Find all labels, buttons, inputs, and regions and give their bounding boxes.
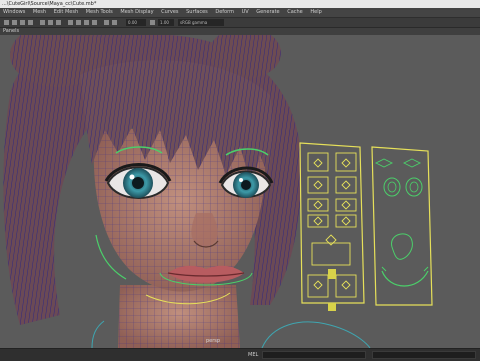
menu-mesh-tools[interactable]: Mesh Tools — [83, 8, 116, 17]
wireframe-icon[interactable] — [68, 20, 73, 25]
lock-camera-icon[interactable] — [12, 20, 17, 25]
script-language-label[interactable]: MEL — [248, 351, 258, 359]
select-camera-icon[interactable] — [4, 20, 9, 25]
gamma-icon[interactable] — [150, 20, 155, 25]
menu-help[interactable]: Help — [307, 8, 324, 17]
gamma-field[interactable]: 1.00 — [158, 19, 174, 26]
lights-icon[interactable] — [92, 20, 97, 25]
nose-mesh — [191, 213, 219, 248]
viewport-toolbar: 0.00 1.00 sRGB gamma — [0, 18, 480, 28]
colorspace-dropdown[interactable]: sRGB gamma — [178, 19, 224, 26]
menu-generate[interactable]: Generate — [253, 8, 282, 17]
rig-panel-right[interactable] — [371, 146, 433, 306]
menu-uv[interactable]: UV — [239, 8, 252, 17]
film-gate-icon[interactable] — [48, 20, 53, 25]
shoulder-curve-right[interactable] — [261, 321, 371, 348]
menu-surfaces[interactable]: Surfaces — [183, 8, 211, 17]
menu-edit-mesh[interactable]: Edit Mesh — [51, 8, 81, 17]
viewport-scene: persp — [3, 35, 433, 348]
textured-icon[interactable] — [84, 20, 89, 25]
menu-curves[interactable]: Curves — [158, 8, 181, 17]
window-title: ...\CuteGirl\Source\Maya_cc\Cute.mb* — [2, 1, 97, 7]
menu-bar: Windows Mesh Edit Mesh Mesh Tools Mesh D… — [0, 8, 480, 18]
neck-mesh — [118, 285, 240, 348]
resolution-gate-icon[interactable] — [56, 20, 61, 25]
bookmarks-icon[interactable] — [20, 20, 25, 25]
menu-mesh-display[interactable]: Mesh Display — [117, 8, 156, 17]
rig-panel-left[interactable] — [299, 142, 365, 311]
shoulder-curve-left[interactable] — [91, 320, 105, 348]
menu-cache[interactable]: Cache — [284, 8, 306, 17]
camera-label: persp — [206, 338, 220, 344]
command-result-field — [372, 351, 476, 359]
grid-icon[interactable] — [40, 20, 45, 25]
xray-icon[interactable] — [112, 20, 117, 25]
image-plane-icon[interactable] — [28, 20, 33, 25]
panel-menu[interactable]: Panels — [0, 28, 480, 35]
command-line-input[interactable] — [262, 351, 366, 359]
menu-windows[interactable]: Windows — [0, 8, 28, 17]
exposure-field[interactable]: 0.00 — [126, 19, 146, 26]
smooth-shade-icon[interactable] — [76, 20, 81, 25]
panels-menu-label[interactable]: Panels — [3, 28, 19, 34]
shadows-icon[interactable] — [104, 20, 109, 25]
status-bar: MEL — [0, 348, 480, 361]
title-bar: ...\CuteGirl\Source\Maya_cc\Cute.mb* — [0, 0, 480, 8]
viewport[interactable]: persp — [0, 35, 480, 348]
menu-deform[interactable]: Deform — [212, 8, 237, 17]
menu-mesh[interactable]: Mesh — [30, 8, 49, 17]
